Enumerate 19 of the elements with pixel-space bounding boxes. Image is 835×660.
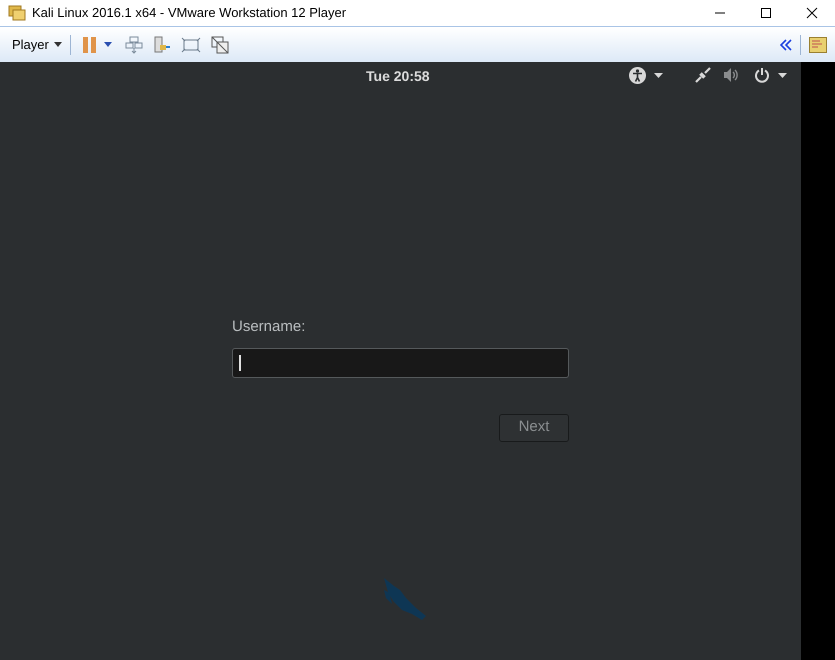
- maximize-icon: [760, 7, 772, 19]
- power-icon[interactable]: [754, 67, 787, 83]
- app-icon: [8, 5, 26, 21]
- devices-icon[interactable]: [124, 36, 143, 54]
- send-keys-icon[interactable]: [152, 36, 171, 54]
- collapse-icon[interactable]: [780, 38, 792, 50]
- clock: Tue 20:58: [366, 67, 430, 86]
- accessibility-icon[interactable]: [629, 66, 663, 84]
- notes-icon[interactable]: [809, 36, 827, 52]
- caret-icon: [54, 42, 62, 47]
- fullscreen-icon[interactable]: [180, 36, 201, 52]
- volume-icon: [723, 67, 740, 83]
- network-icon: [695, 67, 711, 83]
- player-menu[interactable]: Player: [12, 34, 62, 54]
- window-title: Kali Linux 2016.1 x64 - VMware Workstation 12 Player: [32, 4, 346, 22]
- username-field[interactable]: [232, 348, 569, 378]
- close-icon: [806, 7, 818, 19]
- unity-icon[interactable]: [210, 36, 229, 54]
- username-label: Username:: [232, 317, 306, 337]
